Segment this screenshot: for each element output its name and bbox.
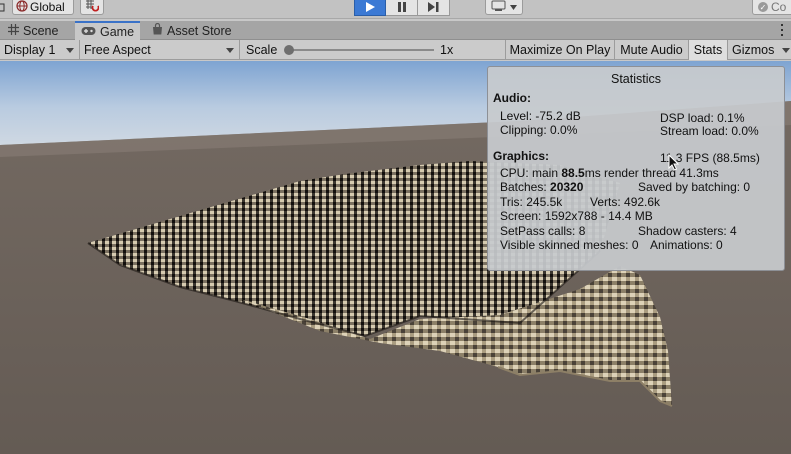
gamepad-icon bbox=[81, 25, 96, 39]
batches-label: Batches: bbox=[500, 180, 551, 194]
play-icon bbox=[365, 1, 375, 15]
display-dropdown-label: Display 1 bbox=[4, 43, 56, 57]
maximize-on-play-label: Maximize On Play bbox=[509, 43, 611, 57]
pivot-rotation-label: Global bbox=[30, 0, 65, 14]
mute-audio-toggle[interactable]: Mute Audio bbox=[614, 40, 688, 60]
check-icon: ✓ bbox=[758, 2, 768, 12]
pivot-rotation-toggle[interactable]: Global bbox=[12, 0, 74, 15]
audio-stream-load: Stream load: 0.0% bbox=[660, 124, 759, 138]
tab-game-label: Game bbox=[100, 25, 135, 39]
graphics-shadow-casters: Shadow casters: 4 bbox=[638, 224, 737, 238]
graphics-verts: Verts: 492.6k bbox=[590, 195, 661, 209]
scale-slider-track[interactable] bbox=[288, 49, 434, 51]
batches-value: 20320 bbox=[550, 180, 584, 194]
aspect-dropdown-label: Free Aspect bbox=[84, 43, 151, 57]
cpu-suffix: ms render thread 41.3ms bbox=[584, 166, 719, 180]
mouse-cursor-icon bbox=[668, 153, 680, 174]
maximize-on-play-toggle[interactable]: Maximize On Play bbox=[505, 40, 614, 60]
pause-button[interactable] bbox=[386, 0, 418, 16]
tab-game[interactable]: Game bbox=[75, 21, 141, 41]
stats-label: Stats bbox=[693, 43, 723, 57]
chevron-down-icon bbox=[226, 48, 234, 53]
editor-tab-strip: Scene Game Asset Store bbox=[0, 21, 791, 41]
audio-heading: Audio: bbox=[493, 91, 531, 105]
stats-toggle[interactable]: Stats bbox=[688, 40, 727, 60]
chevron-down-icon bbox=[66, 48, 74, 53]
step-button[interactable] bbox=[418, 0, 450, 16]
graphics-heading: Graphics: bbox=[493, 149, 550, 163]
audio-level: Level: -75.2 dB bbox=[500, 109, 581, 123]
audio-dsp-load: DSP load: 0.1% bbox=[660, 111, 745, 125]
chevron-down-icon bbox=[510, 2, 517, 12]
globe-icon bbox=[16, 0, 28, 15]
graphics-skinned-meshes: Visible skinned meshes: 0 bbox=[500, 238, 639, 252]
aspect-dropdown[interactable]: Free Aspect bbox=[80, 40, 240, 60]
scale-label: Scale bbox=[246, 43, 278, 57]
scale-value: 1x bbox=[440, 43, 454, 57]
graphics-screen: Screen: 1592x788 - 14.4 MB bbox=[500, 209, 653, 223]
tab-asset-store[interactable]: Asset Store bbox=[146, 21, 238, 40]
tab-menu-dots-icon[interactable] bbox=[781, 24, 784, 36]
display-dropdown[interactable]: Display 1 bbox=[0, 40, 80, 60]
rect-tool-fragment[interactable] bbox=[0, 0, 6, 15]
graphics-animations: Animations: 0 bbox=[650, 238, 723, 252]
tab-scene[interactable]: Scene bbox=[2, 21, 64, 40]
play-button[interactable] bbox=[354, 0, 386, 16]
graphics-saved-by-batching: Saved by batching: 0 bbox=[638, 180, 751, 194]
graphics-tris: Tris: 245.5k bbox=[500, 195, 563, 209]
pause-icon bbox=[397, 1, 407, 15]
gizmos-dropdown[interactable]: Gizmos bbox=[727, 40, 791, 60]
statistics-title: Statistics bbox=[610, 72, 661, 86]
scale-slider-thumb[interactable] bbox=[284, 45, 294, 55]
gizmos-label: Gizmos bbox=[732, 43, 775, 57]
grid-snap-toggle[interactable] bbox=[80, 0, 104, 15]
collab-label: Co bbox=[771, 0, 787, 14]
playmode-controls bbox=[354, 0, 450, 16]
main-toolbar: Global ✓ Co bbox=[0, 0, 791, 19]
graphics-cpu: CPU: main 88.5ms render thread 41.3ms bbox=[500, 166, 719, 180]
chevron-down-icon bbox=[782, 48, 790, 53]
layers-dropdown[interactable] bbox=[485, 0, 523, 15]
graphics-batches: Batches: 20320 bbox=[500, 180, 583, 194]
tab-asset-store-label: Asset Store bbox=[167, 23, 232, 38]
mute-audio-label: Mute Audio bbox=[620, 43, 683, 57]
cpu-main-value: 88.5 bbox=[561, 166, 585, 180]
audio-clipping: Clipping: 0.0% bbox=[500, 123, 578, 137]
layers-icon bbox=[491, 0, 507, 14]
statistics-panel: Statistics Audio: Level: -75.2 dB DSP lo… bbox=[487, 66, 785, 271]
collab-button[interactable]: ✓ Co bbox=[752, 0, 791, 15]
graphics-setpass: SetPass calls: 8 bbox=[500, 224, 586, 238]
cpu-prefix: CPU: main bbox=[500, 166, 562, 180]
grid-snap-icon bbox=[85, 0, 100, 15]
game-view-toolbar: Display 1 Free Aspect Scale 1x Maximize … bbox=[0, 40, 791, 60]
grid-icon bbox=[8, 23, 19, 38]
step-icon bbox=[428, 1, 439, 15]
tab-scene-label: Scene bbox=[23, 23, 59, 38]
store-bag-icon bbox=[152, 22, 163, 38]
